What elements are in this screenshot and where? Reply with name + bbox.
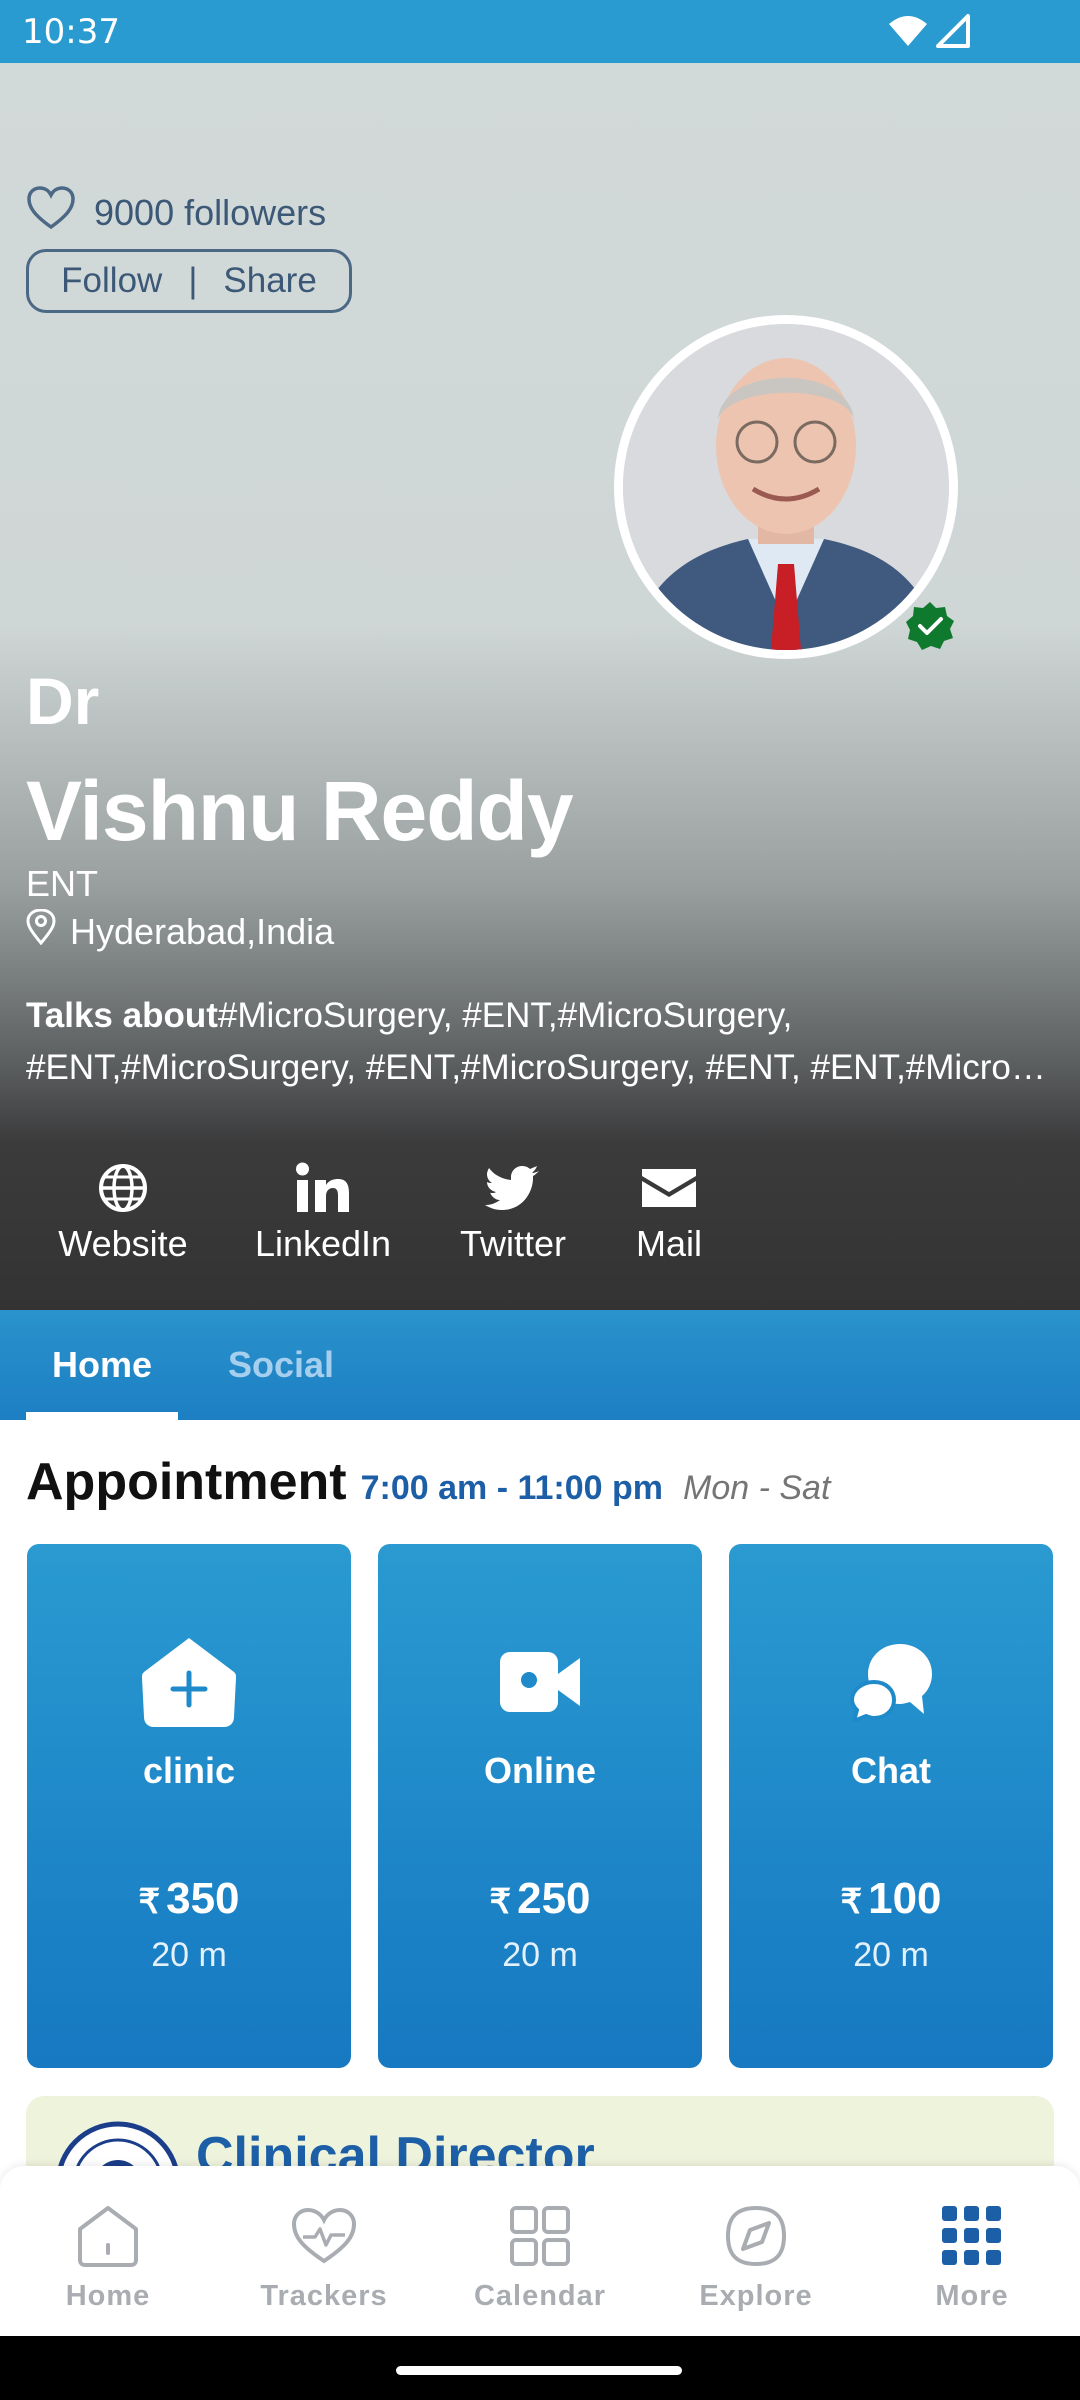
nav-trackers-label: Trackers — [260, 2280, 388, 2312]
mail-icon — [622, 1153, 716, 1223]
social-twitter[interactable]: Twitter — [448, 1153, 578, 1265]
follow-share-group: Follow | Share — [26, 249, 352, 313]
online-duration: 20 m — [502, 1936, 578, 1974]
share-button[interactable]: Share — [223, 261, 316, 301]
chat-currency: ₹ — [840, 1883, 863, 1921]
follow-share-divider: | — [188, 261, 198, 300]
social-mail-label: Mail — [635, 1223, 702, 1264]
nav-explore[interactable]: Explore — [648, 2166, 864, 2336]
clinic-price-value: 350 — [166, 1874, 240, 1923]
tab-home[interactable]: Home — [26, 1310, 178, 1420]
appointment-card-online[interactable]: Online ₹250 20 m — [378, 1544, 702, 2068]
clinic-icon — [27, 1632, 351, 1732]
system-gesture-bar — [0, 2336, 1080, 2400]
cell-signal-icon — [936, 14, 970, 52]
tab-social[interactable]: Social — [214, 1310, 348, 1420]
bottom-navigation: Home Trackers Calendar Explore More — [0, 2166, 1080, 2336]
location-pin-icon — [26, 908, 70, 954]
clinic-currency: ₹ — [138, 1883, 161, 1921]
video-camera-icon — [378, 1632, 702, 1732]
nav-home-label: Home — [65, 2280, 151, 2312]
follow-button[interactable]: Follow — [61, 261, 162, 301]
doctor-name: Vishnu Reddy — [26, 764, 574, 858]
chat-price: ₹100 — [729, 1874, 1053, 1924]
twitter-icon — [448, 1153, 578, 1223]
nav-explore-label: Explore — [699, 2280, 813, 2312]
status-time: 10:37 — [22, 12, 120, 52]
nav-more[interactable]: More — [864, 2166, 1080, 2336]
nav-more-label: More — [935, 2280, 1009, 2312]
nav-trackers[interactable]: Trackers — [216, 2166, 432, 2336]
social-mail[interactable]: Mail — [622, 1153, 716, 1265]
chat-bubbles-icon — [729, 1632, 1053, 1732]
grid-icon — [432, 2196, 648, 2276]
appointment-hours: 7:00 am - 11:00 pm — [360, 1469, 663, 1507]
followers-count: 9000 followers — [26, 185, 326, 240]
profile-hero: 9000 followers Follow | Share Dr Vishnu … — [0, 63, 1080, 1310]
wifi-icon — [888, 14, 928, 52]
profile-tabs: Home Social — [0, 1310, 1080, 1420]
social-linkedin-label: LinkedIn — [254, 1223, 392, 1264]
doctor-prefix: Dr — [26, 664, 100, 738]
home-gesture-handle[interactable] — [396, 2366, 682, 2375]
appointment-title: Appointment — [26, 1453, 347, 1511]
globe-icon — [56, 1153, 190, 1223]
apps-grid-icon — [864, 2196, 1080, 2276]
heart-pulse-icon — [216, 2196, 432, 2276]
online-price: ₹250 — [378, 1874, 702, 1924]
online-price-value: 250 — [517, 1874, 591, 1923]
heart-outline-icon[interactable] — [26, 185, 94, 240]
doctor-location: Hyderabad,India — [26, 908, 335, 954]
followers-text: 9000 followers — [94, 191, 327, 233]
chat-duration: 20 m — [853, 1936, 929, 1974]
appointment-days: Mon - Sat — [683, 1469, 831, 1507]
nav-home[interactable]: Home — [0, 2166, 216, 2336]
social-website[interactable]: Website — [56, 1153, 190, 1265]
chat-label: Chat — [851, 1750, 931, 1791]
talks-tags-line2: #ENT,#MicroSurgery, #ENT,#MicroSurgery, … — [26, 1048, 1056, 1087]
clinic-price: ₹350 — [27, 1874, 351, 1924]
appointment-card-clinic[interactable]: clinic ₹350 20 m — [27, 1544, 351, 2068]
home-icon — [0, 2196, 216, 2276]
chat-price-value: 100 — [868, 1874, 942, 1923]
nav-calendar-label: Calendar — [473, 2280, 607, 2312]
social-website-label: Website — [58, 1223, 188, 1264]
clinic-duration: 20 m — [151, 1936, 227, 1974]
verified-badge-icon — [904, 600, 956, 657]
talks-about: Talks about#MicroSurgery, #ENT,#MicroSur… — [26, 990, 1056, 1094]
clinic-label: clinic — [142, 1750, 236, 1791]
compass-icon — [648, 2196, 864, 2276]
online-currency: ₹ — [489, 1883, 512, 1921]
appointment-card-chat[interactable]: Chat ₹100 20 m — [729, 1544, 1053, 2068]
talks-label: Talks about — [26, 996, 218, 1035]
social-twitter-label: Twitter — [459, 1223, 566, 1264]
linkedin-icon — [248, 1153, 398, 1223]
online-label: Online — [483, 1750, 596, 1791]
avatar[interactable] — [623, 324, 949, 650]
social-linkedin[interactable]: LinkedIn — [248, 1153, 398, 1265]
status-bar: 10:37 — [0, 0, 1080, 63]
nav-calendar[interactable]: Calendar — [432, 2166, 648, 2336]
appointment-header: Appointment 7:00 am - 11:00 pm Mon - Sat — [26, 1452, 830, 1512]
doctor-specialty: ENT — [26, 863, 98, 904]
location-text: Hyderabad,India — [70, 910, 335, 952]
talks-tags-line1: #MicroSurgery, #ENT,#MicroSurgery, — [217, 996, 793, 1035]
